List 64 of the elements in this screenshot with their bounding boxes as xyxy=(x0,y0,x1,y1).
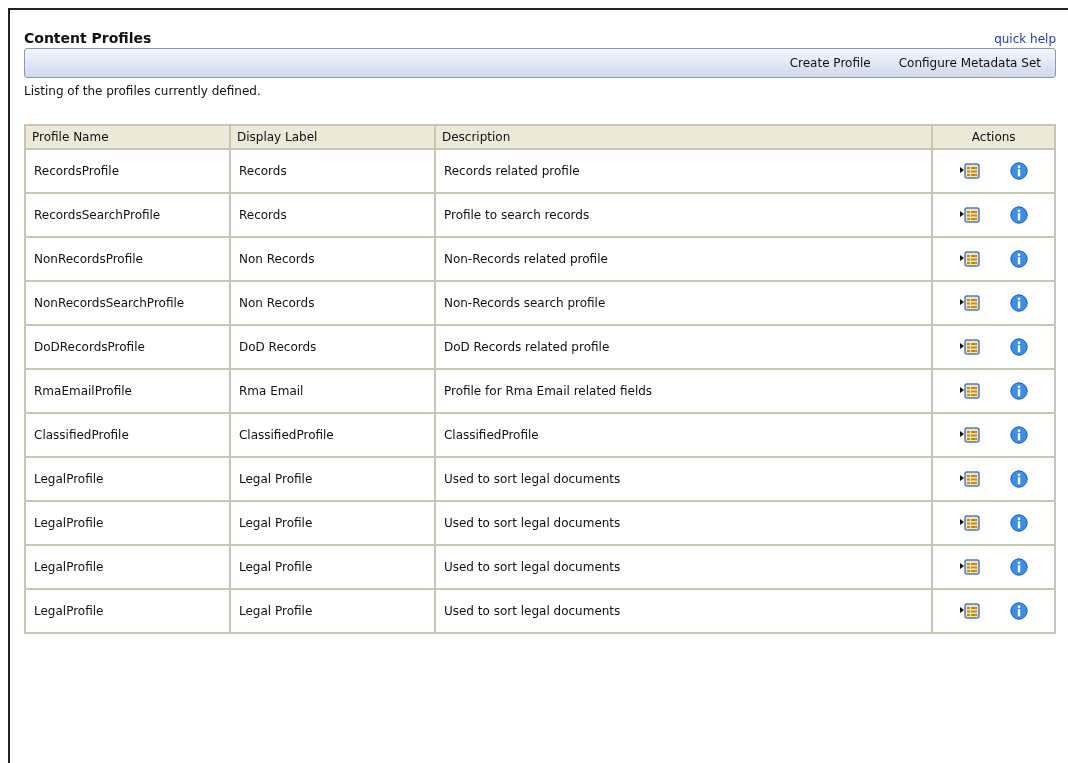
table-cell: ClassifiedProfile xyxy=(25,413,230,457)
table-cell: Legal Profile xyxy=(229,545,435,589)
column-header: Actions xyxy=(932,125,1055,149)
table-cell: Legal Profile xyxy=(229,589,435,633)
list-properties-icon[interactable] xyxy=(959,207,980,223)
list-properties-icon[interactable] xyxy=(959,251,980,267)
table-cell: LegalProfile xyxy=(25,501,230,545)
info-icon[interactable] xyxy=(1009,338,1028,356)
info-icon[interactable] xyxy=(1009,206,1028,224)
info-icon[interactable] xyxy=(1009,470,1028,488)
table-cell: Profile for Rma Email related fields xyxy=(434,369,933,413)
info-icon[interactable] xyxy=(1009,250,1028,268)
info-icon[interactable] xyxy=(1009,294,1028,312)
intro-text: Listing of the profiles currently defined. xyxy=(24,84,261,98)
table-cell: Legal Profile xyxy=(229,457,435,501)
table-cell: RmaEmailProfile xyxy=(25,369,230,413)
info-icon[interactable] xyxy=(1009,558,1028,576)
table-cell: DoD Records xyxy=(229,325,435,369)
table-cell: ClassifiedProfile xyxy=(229,413,435,457)
table-cell: NonRecordsSearchProfile xyxy=(25,281,230,325)
table-cell: NonRecordsProfile xyxy=(25,237,230,281)
table-cell: Non-Records search profile xyxy=(434,281,933,325)
table-cell: DoD Records related profile xyxy=(434,325,933,369)
table-cell: RecordsProfile xyxy=(25,149,230,193)
column-header: Display Label xyxy=(229,125,435,149)
list-properties-icon[interactable] xyxy=(959,383,980,399)
info-icon[interactable] xyxy=(1009,426,1028,444)
list-properties-icon[interactable] xyxy=(959,603,980,619)
info-icon[interactable] xyxy=(1009,602,1028,620)
table-cell: DoDRecordsProfile xyxy=(25,325,230,369)
table-cell: Non-Records related profile xyxy=(434,237,933,281)
table-cell: Records xyxy=(229,149,435,193)
list-properties-icon[interactable] xyxy=(959,427,980,443)
table-cell: Non Records xyxy=(229,281,435,325)
table-cell: Used to sort legal documents xyxy=(434,457,933,501)
info-icon[interactable] xyxy=(1009,514,1028,532)
info-icon[interactable] xyxy=(1009,382,1028,400)
quick-help-link[interactable]: quick help xyxy=(994,32,1056,46)
list-properties-icon[interactable] xyxy=(959,515,980,531)
table-cell: Rma Email xyxy=(229,369,435,413)
list-properties-icon[interactable] xyxy=(959,339,980,355)
list-properties-icon[interactable] xyxy=(959,559,980,575)
table-cell: Legal Profile xyxy=(229,501,435,545)
list-properties-icon[interactable] xyxy=(959,471,980,487)
list-properties-icon[interactable] xyxy=(959,295,980,311)
table-cell: RecordsSearchProfile xyxy=(25,193,230,237)
table-cell: Used to sort legal documents xyxy=(434,545,933,589)
table-cell: LegalProfile xyxy=(25,589,230,633)
info-icon[interactable] xyxy=(1009,162,1028,180)
table-cell: LegalProfile xyxy=(25,545,230,589)
toolbar-link[interactable]: Create Profile xyxy=(789,56,871,70)
table-cell: ClassifiedProfile xyxy=(434,413,933,457)
table-cell: Used to sort legal documents xyxy=(434,589,933,633)
page-title: Content Profiles xyxy=(24,30,152,46)
list-properties-icon[interactable] xyxy=(959,163,980,179)
table-cell: Records xyxy=(229,193,435,237)
column-header: Description xyxy=(434,125,933,149)
column-header: Profile Name xyxy=(25,125,230,149)
table-cell: Used to sort legal documents xyxy=(434,501,933,545)
toolbar-link[interactable]: Configure Metadata Set xyxy=(898,56,1041,70)
table-cell: LegalProfile xyxy=(25,457,230,501)
table-cell: Non Records xyxy=(229,237,435,281)
table-cell: Records related profile xyxy=(434,149,933,193)
table-cell: Profile to search records xyxy=(434,193,933,237)
